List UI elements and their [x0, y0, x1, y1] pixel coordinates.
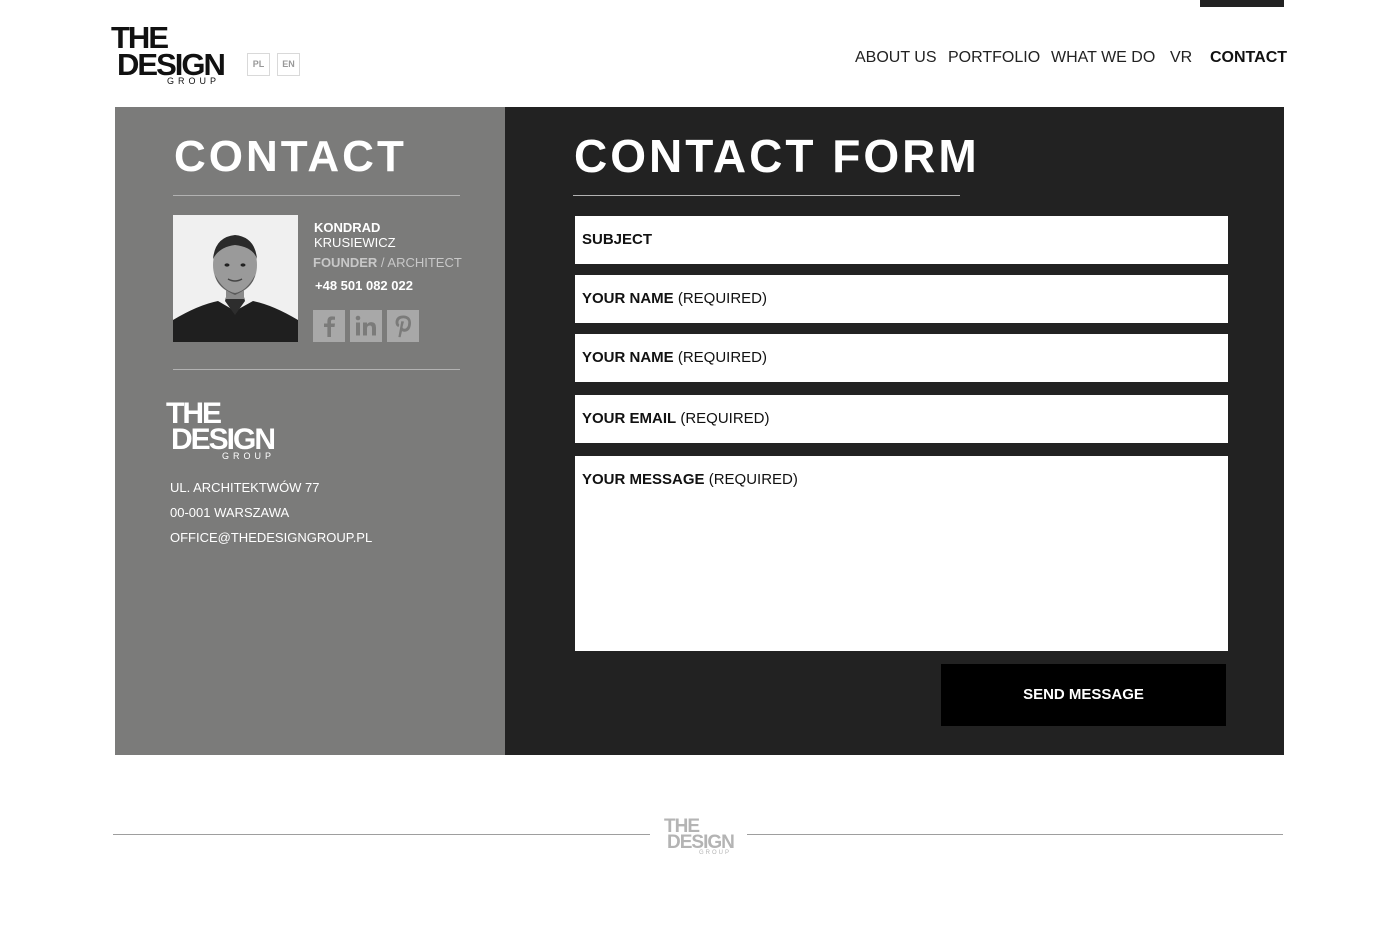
divider: [573, 195, 960, 196]
send-message-button[interactable]: SEND MESSAGE: [941, 664, 1226, 726]
person-last-name: KRUSIEWICZ: [314, 235, 396, 250]
nav-vr[interactable]: VR: [1170, 48, 1192, 68]
address-email[interactable]: OFFICE@THEDESIGNGROUP.PL: [170, 530, 372, 546]
person-first-name: KONDRAD: [314, 220, 381, 235]
message-field[interactable]: YOUR MESSAGE (REQUIRED): [575, 456, 1228, 651]
footer-logo[interactable]: THE DESIGN GROUP: [664, 817, 735, 858]
nav-about-us[interactable]: ABOUT US: [855, 48, 937, 68]
nav-portfolio[interactable]: PORTFOLIO: [948, 48, 1040, 68]
divider: [173, 195, 460, 196]
site-logo[interactable]: THE DESIGN GROUP: [111, 22, 226, 88]
pinterest-icon[interactable]: [387, 310, 419, 342]
top-accent-bar: [1200, 0, 1284, 7]
company-logo: THE DESIGN GROUP: [166, 399, 278, 462]
footer-divider: [747, 834, 1283, 835]
person-role: FOUNDER / ARCHITECT: [313, 255, 462, 271]
field-label: YOUR MESSAGE: [582, 471, 705, 488]
field-label: SUBJECT: [582, 231, 653, 248]
field-hint: (REQUIRED): [676, 410, 770, 427]
field-hint: (REQUIRED): [673, 290, 768, 307]
contact-heading: CONTACT: [174, 132, 407, 181]
person-photo: [173, 215, 298, 342]
nav-contact[interactable]: CONTACT: [1210, 48, 1287, 68]
linkedin-icon[interactable]: [350, 310, 382, 342]
logo-line-3: GROUP: [167, 76, 221, 86]
subject-field[interactable]: SUBJECT: [575, 216, 1228, 264]
role-primary: FOUNDER: [313, 255, 378, 270]
logo-line-3: GROUP: [222, 451, 276, 461]
address-street: UL. ARCHITEKTWÓW 77: [170, 480, 320, 495]
logo-line-3: GROUP: [699, 850, 732, 856]
person-phone[interactable]: +48 501 082 022: [315, 278, 413, 294]
language-pl[interactable]: PL: [247, 53, 270, 76]
language-en[interactable]: EN: [277, 53, 300, 76]
field-label: YOUR NAME: [582, 349, 674, 366]
nav-what-we-do[interactable]: WHAT WE DO: [1051, 48, 1155, 68]
field-label: YOUR NAME: [582, 290, 674, 307]
field-label: YOUR EMAIL: [582, 410, 677, 427]
address-city: 00-001 WARSZAWA: [170, 505, 290, 520]
field-hint: (REQUIRED): [704, 471, 798, 488]
email-field[interactable]: YOUR EMAIL (REQUIRED): [575, 395, 1228, 443]
role-secondary: ARCHITECT: [387, 255, 462, 270]
name-field-2[interactable]: YOUR NAME (REQUIRED): [575, 334, 1228, 382]
footer-divider: [113, 834, 650, 835]
divider: [173, 369, 460, 370]
facebook-icon[interactable]: [313, 310, 345, 342]
contact-form-heading: CONTACT FORM: [574, 130, 980, 182]
name-field[interactable]: YOUR NAME (REQUIRED): [575, 275, 1228, 323]
role-separator: /: [377, 255, 388, 270]
field-hint: (REQUIRED): [673, 349, 768, 366]
